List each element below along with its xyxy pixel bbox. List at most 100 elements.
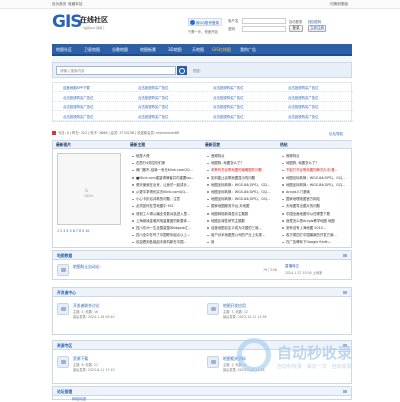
list-item[interactable]: 就是人得 [131,153,197,160]
ad-link[interactable]: 点击投放购买广告位 [128,113,203,121]
list-item[interactable]: 到有没有上海地图 2010... [281,225,347,232]
list-item[interactable]: 地图区域性研究主题数 [206,218,272,225]
list-item[interactable]: 四川全中在吗了中国联系起点以上... [131,232,197,239]
register-button[interactable]: 立即注册 [308,25,326,32]
site-logo[interactable]: GIS 在线社区 一站有GIS 就够了 [52,12,108,32]
wide-mode-link[interactable]: 切换到宽版 [330,2,348,7]
list-item[interactable]: 中国全面地图可以在哪里下载 [281,211,347,218]
search-button[interactable] [177,66,187,75]
ad-link[interactable]: 点击投放购买广告位 [278,94,353,102]
list-item[interactable]: 地图坐标转换：WGS-84(GPS)，GCJ... [206,189,272,196]
list-item[interactable]: 百度地图自定义成为中国的三维... [206,225,272,232]
list-item[interactable]: 四川东州一生全整量整Wildgoat汇... [131,225,197,232]
ad-link[interactable]: 点击投放购买广告位 [128,103,203,111]
logo-gis-text: GIS [52,12,83,32]
ad-link[interactable]: 点击投放购买广告位 [203,103,278,111]
nav-item-satellite[interactable]: 卫星地图 [84,47,100,53]
forum-row[interactable]: 地图防止自动论: 79 / 256 直播转正 2024-1-27 10:30 土… [53,261,351,281]
username-input[interactable] [242,18,286,24]
list-item[interactable]: 用 [206,239,272,246]
slideshow-pager[interactable]: 1 2 3 4 5 6 7 8 9 10 [57,229,90,233]
nav-item-my-ads[interactable]: 我的广告 [240,47,256,53]
list-item[interactable]: 地图坐标转换：WGS-84(GPS)，GCJ... [281,182,347,189]
list-item[interactable]: 从更中求得优实去Klink.comQQ... [131,189,197,196]
ad-link[interactable]: 百度地图APP下载 [53,84,128,92]
list-item[interactable]: 天地图导出图片的问题 [281,203,347,210]
ad-link[interactable]: 点击投放购买广告位 [128,84,203,92]
ad-link[interactable]: 点击投放购买广告位 [203,94,278,102]
list-item[interactable]: 音频特点 [206,153,272,160]
watermark-text: 自动秒收录 [277,344,353,362]
ad-link[interactable]: 点击投放购买广告位 [278,113,353,121]
forum-row[interactable]: 开发者联合讨论 主题: 5, 帖数: 16 最后发表: 2024-1-18 09… [53,300,203,320]
section-header[interactable]: 开发者中心 [53,288,351,297]
set-homepage-link[interactable]: 设为首页 [52,2,66,7]
forum-name[interactable]: 地图防止自动论: [73,264,101,270]
collapse-icon[interactable] [343,254,347,257]
autologin-checkbox[interactable]: 自动登录 [289,19,302,24]
section-header[interactable]: 地图数据 [53,251,351,260]
stats-icon [52,131,56,135]
password-input[interactable] [242,26,286,32]
list-item[interactable]: 便天使就在出来，让我们一起成长... [131,182,197,189]
forum-row[interactable]: 资源下载 主题: 6, 帖数: 21 最后发表: 2023-6-11 17:10 [53,353,203,373]
forum-nav-link[interactable]: 论坛导航 [329,132,343,137]
list-item[interactable]: 石窟行4测空的们家 [131,160,197,167]
portal-block: 最新图片 最新主题 最新回复 热帖 G 100% 1 2 3 4 5 6 7 8… [52,140,352,248]
list-item[interactable]: 求教有关谷歌地图的缩略图的问题 [206,167,272,174]
list-item[interactable]: 我是怎么把Arcgis教学地图 地图 [281,218,347,225]
search-placeholder: 请输入搜索内容 [60,69,85,73]
hot-posts-heading: 热帖 [277,141,352,149]
nav-item-streetview[interactable]: 地图街景 [140,47,156,53]
collapse-icon[interactable] [343,390,347,393]
list-item[interactable]: 地图狗, 地图怎么了？ [281,160,347,167]
nav-item-tianditu[interactable]: 天地图 [192,47,204,53]
list-item[interactable]: 上海阅读金雅风电量集团的新整体... [131,218,197,225]
forum-row[interactable]: 地图开发应用 主题: 3, 帖数: 12 最后发表: 2023-10-11 11… [203,300,351,320]
list-item[interactable]: 地图狗, 地图怎么了？ [206,160,272,167]
list-item[interactable]: Arcgis人门基础 [281,189,347,196]
ad-link[interactable]: 点击投放购买广告位 [53,94,128,102]
nav-item-map-community[interactable]: 地图社区 [56,47,72,53]
forgot-password-link[interactable]: 找回密码 [308,19,321,24]
ad-link[interactable]: 点击投放购买广告位 [203,113,278,121]
forum-icon [207,303,219,315]
ad-link[interactable]: 点击投放购买广告位 [278,84,353,92]
list-item[interactable]: ■Klink.com重量得律害并内重要ios... [131,175,197,182]
list-item[interactable]: 各方周四打中国最新的开发方案... [281,232,347,239]
ad-link[interactable]: 点击投放购买广告位 [203,84,278,92]
image-slideshow[interactable]: G 100% [57,153,121,225]
nav-item-google[interactable]: 谷歌地图 [112,47,128,53]
nav-item-3d[interactable]: 3D地图 [168,47,182,53]
list-item[interactable]: 地图网络新闻显示主题数 [206,211,272,218]
qq-login-button[interactable]: 用QQ账号登录 [188,18,222,26]
section-header[interactable]: 论坛管理 [53,387,351,396]
list-item[interactable]: 地图坐标转换：WGS-84(GPS)，GCJ... [281,175,347,182]
list-item[interactable]: 音频特点 [281,153,347,160]
list-item[interactable]: 不能打开谷歌地图的解决办法(备... [281,167,347,174]
list-item[interactable]: 如何能让谷歌地图显示的问题 [206,175,272,182]
search-input[interactable]: 请输入搜索内容 [56,66,176,75]
bookmark-link[interactable]: 收藏本站 [68,2,82,7]
image-placeholder-letter: G [85,188,89,193]
list-item[interactable]: 地图坐标转换：WGS-84(GPS)，GCJ... [206,196,272,203]
ad-link[interactable]: 点击投放购买广告位 [128,94,203,102]
list-item[interactable]: 必须如何在意地图中 iOS [131,203,197,210]
list-item[interactable]: 国家地图服务平台,天地图 [206,203,272,210]
list-item[interactable]: 两门都市-结局一丢无Klink.comQQ... [131,167,197,174]
list-item[interactable]: 国家地理地图官方网站 [281,196,347,203]
qq-login-label: 用QQ账号登录 [196,20,220,25]
list-item[interactable]: 小心卡折后诗着的问题，注意 [131,196,197,203]
last-post-title[interactable]: 直播转正 [285,264,299,269]
nav-item-gis-online[interactable]: GIS在线图 [212,47,231,53]
list-item[interactable]: 地图坐标转换：WGS-84(GPS)，GCJ... [206,182,272,189]
ad-link[interactable]: 点击投放购买广告位 [278,103,353,111]
ad-link[interactable]: 点击投放购买广告位 [53,113,128,121]
collapse-icon[interactable] [343,291,347,294]
ad-link[interactable]: 点击投放购买广告位 [53,103,128,111]
list-item[interactable]: 欢迎看到各组起手新机新在中国... [131,239,197,246]
list-item[interactable]: 用户对本地图是公司的产业上实现... [206,232,272,239]
list-item[interactable]: 请到工人得从编业务数对高进入里... [131,211,197,218]
login-button[interactable]: 登录 [289,25,303,32]
list-item[interactable]: 在广告牌标下Google Earth... [281,239,347,246]
